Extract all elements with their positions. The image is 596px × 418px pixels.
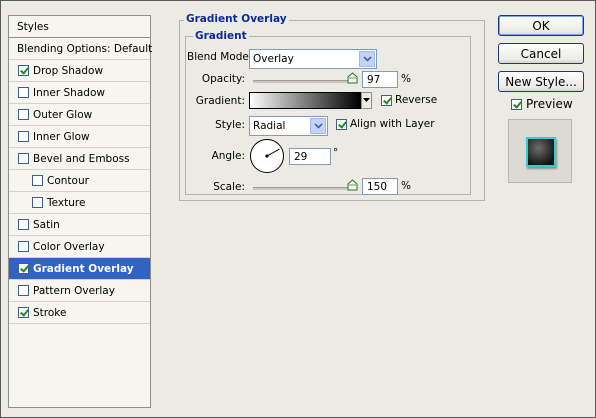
triangle-down-icon [363,98,370,102]
gradient-group-title: Gradient [193,30,249,42]
opacity-input[interactable]: 97 [362,71,398,88]
style-item-checkbox[interactable] [18,153,29,164]
scale-value: 150 [367,181,388,193]
style-item-stroke[interactable]: Stroke [9,302,150,324]
style-item-checkbox[interactable] [32,197,43,208]
chevron-down-icon [310,118,326,134]
style-item-label: Gradient Overlay [33,262,134,275]
style-item-checkbox[interactable] [18,241,29,252]
opacity-slider[interactable] [253,80,355,83]
style-item-pattern-overlay[interactable]: Pattern Overlay [9,280,150,302]
cancel-button[interactable]: Cancel [498,43,584,64]
styles-list: Styles Blending Options: Default Drop Sha… [8,15,153,408]
reverse-checkbox[interactable]: Reverse [381,94,437,106]
scale-label: Scale: [213,181,245,193]
style-item-checkbox[interactable] [18,65,29,76]
style-item-gradient-overlay[interactable]: Gradient Overlay [9,258,150,280]
opacity-label: Opacity: [201,73,245,85]
gradient-picker-button[interactable] [361,92,372,109]
blend-mode-select[interactable]: Overlay [249,49,377,69]
style-value: Radial [253,120,286,132]
reverse-label: Reverse [395,94,438,106]
style-item-bevel-and-emboss[interactable]: Bevel and Emboss [9,148,150,170]
style-item-inner-shadow[interactable]: Inner Shadow [9,82,150,104]
style-item-label: Texture [47,196,86,209]
style-item-label: Color Overlay [33,240,105,253]
style-item-contour[interactable]: Contour [9,170,150,192]
ok-button[interactable]: OK [498,15,584,36]
style-item-checkbox[interactable] [18,109,29,120]
angle-input[interactable]: 29 [289,148,331,165]
style-item-label: Blending Options: Default [17,42,153,55]
angle-value: 29 [294,151,308,163]
style-item-label: Satin [33,218,60,231]
style-item-checkbox[interactable] [18,285,29,296]
chevron-down-icon [359,51,375,67]
style-item-inner-glow[interactable]: Inner Glow [9,126,150,148]
preview-checkbox[interactable]: Preview [511,97,573,111]
preview-label: Preview [526,97,573,111]
align-with-layer-label: Align with Layer [350,118,435,130]
style-item-checkbox[interactable] [18,307,29,318]
style-item-checkbox[interactable] [32,175,43,186]
style-item-label: Stroke [33,306,67,319]
style-preview [508,119,572,183]
align-check-icon [336,118,347,130]
gradient-label: Gradient: [195,95,245,107]
style-item-label: Inner Shadow [33,86,105,99]
reverse-check-icon [381,94,392,106]
new-style-button[interactable]: New Style... [498,71,584,92]
styles-header-label: Styles [17,20,49,33]
opacity-unit: % [401,73,411,85]
gradient-swatch[interactable] [249,92,361,109]
angle-dial[interactable] [249,138,285,174]
style-item-label: Drop Shadow [33,64,104,77]
style-item-label: Outer Glow [33,108,93,121]
style-preview-swatch [526,137,556,167]
align-with-layer-checkbox[interactable]: Align with Layer [336,118,435,130]
style-item-checkbox[interactable] [18,87,29,98]
style-item-drop-shadow[interactable]: Drop Shadow [9,60,150,82]
angle-label: Angle: [211,150,245,162]
scale-unit: % [401,180,411,192]
style-item-label: Pattern Overlay [33,284,115,297]
style-item-checkbox[interactable] [18,131,29,142]
style-item-checkbox[interactable] [18,219,29,230]
style-item-satin[interactable]: Satin [9,214,150,236]
style-item-blending-options-default[interactable]: Blending Options: Default [9,38,153,60]
style-item-outer-glow[interactable]: Outer Glow [9,104,150,126]
style-select[interactable]: Radial [249,116,328,136]
layer-style-dialog: Styles Blending Options: Default Drop Sha… [0,0,596,418]
style-item-color-overlay[interactable]: Color Overlay [9,236,150,258]
blend-mode-value: Overlay [253,53,294,65]
gradient-overlay-title: Gradient Overlay [184,13,289,25]
preview-check-icon [511,98,522,110]
style-item-texture[interactable]: Texture [9,192,150,214]
angle-unit: ° [333,147,339,159]
scale-slider-thumb[interactable] [347,179,358,191]
blend-mode-label: Blend Mode: [187,51,253,63]
opacity-slider-thumb[interactable] [347,72,358,84]
style-item-label: Inner Glow [33,130,90,143]
scale-slider[interactable] [253,187,355,190]
style-item-label: Contour [47,174,89,187]
style-item-checkbox[interactable] [18,263,29,274]
opacity-value: 97 [367,74,381,86]
styles-header[interactable]: Styles [9,16,150,38]
style-label: Style: [215,119,245,131]
style-item-label: Bevel and Emboss [33,152,130,165]
scale-input[interactable]: 150 [362,178,398,195]
